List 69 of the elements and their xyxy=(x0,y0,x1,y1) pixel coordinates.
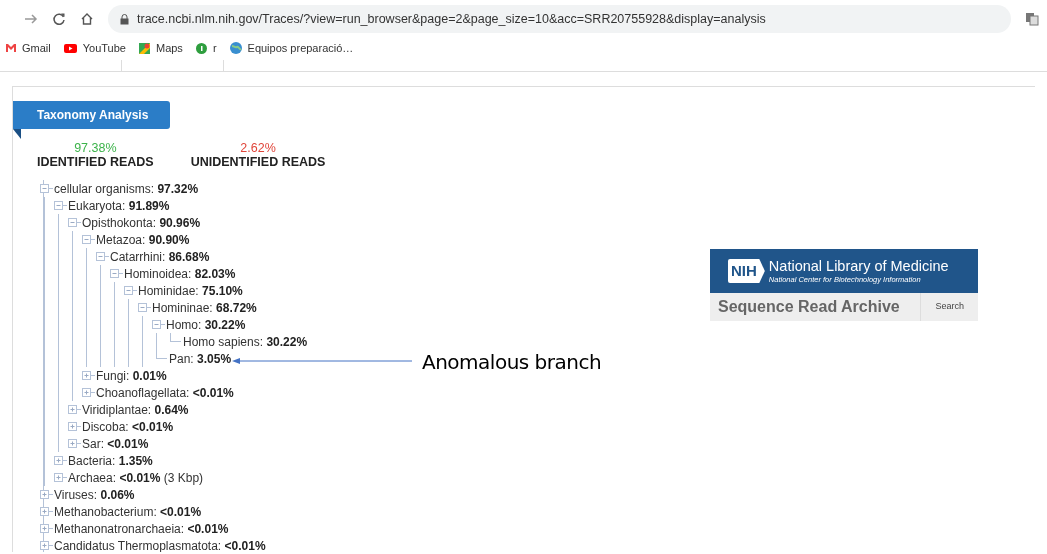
address-bar[interactable]: trace.ncbi.nlm.nih.gov/Traces/?view=run_browser&page=2&page_size=10&acc=SRR20755928&display=analysis xyxy=(108,5,1011,33)
bookmark-link[interactable]: r xyxy=(212,39,217,57)
taxon-label: Hominoidea: 82.03% xyxy=(124,265,236,283)
taxon-label: Sar: <0.01% xyxy=(82,435,149,453)
expand-icon[interactable] xyxy=(82,388,95,397)
circle-icon xyxy=(195,42,207,54)
bookmark-link[interactable]: Maps xyxy=(155,39,183,57)
collapse-icon[interactable] xyxy=(110,269,123,278)
expand-icon[interactable] xyxy=(54,456,67,465)
taxon-label: Archaea: <0.01% (3 Kbp) xyxy=(68,469,204,487)
taxon-label: Methanobacterium: <0.01% xyxy=(54,503,202,521)
taxon-label: Opisthokonta: 90.96% xyxy=(82,214,201,232)
url-text: trace.ncbi.nlm.nih.gov/Traces/?view=run_browser&page=2&page_size=10&acc=SRR20755928&display=analysis xyxy=(137,10,766,28)
taxon-label: Hominidae: 75.10% xyxy=(138,282,243,300)
taxon-label: Homininae: 68.72% xyxy=(152,299,257,317)
bookmark-link[interactable]: Equipos preparació… xyxy=(247,39,354,57)
collapse-icon[interactable] xyxy=(96,252,109,261)
collapse-icon[interactable] xyxy=(54,201,67,210)
bookmark-link[interactable]: YouTube xyxy=(82,39,126,57)
taxon-label: Eukaryota: 91.89% xyxy=(68,197,170,215)
stat-label: UNIDENTIFIED READS xyxy=(190,155,326,169)
expand-icon[interactable] xyxy=(68,422,81,431)
taxon-label: cellular organisms: 97.32% xyxy=(54,180,199,198)
mail-icon xyxy=(6,44,16,52)
taxon-label: Homo sapiens: 30.22% xyxy=(183,333,308,351)
nih-logo: NIH xyxy=(728,259,765,283)
taxon-label: Methanonatronarchaeia: <0.01% xyxy=(54,520,229,538)
stat-value: 97.38% xyxy=(74,141,117,155)
lock-icon xyxy=(120,13,129,25)
expand-icon[interactable] xyxy=(40,490,53,499)
expand-icon[interactable] xyxy=(40,541,53,550)
taxon-label: Metazoa: 90.90% xyxy=(96,231,190,249)
taxon-label: Viridiplantae: 0.64% xyxy=(82,401,189,419)
taxon-label: Bacteria: 1.35% xyxy=(68,452,153,470)
collapse-icon[interactable] xyxy=(138,303,151,312)
bookmark-link[interactable]: Gmail xyxy=(22,39,51,57)
collapse-icon[interactable] xyxy=(124,286,137,295)
taxon-label: Catarrhini: 86.68% xyxy=(110,248,210,266)
collapse-icon[interactable] xyxy=(152,320,165,329)
collapse-icon[interactable] xyxy=(40,184,53,193)
stat-value: 2.62% xyxy=(240,141,276,155)
expand-icon[interactable] xyxy=(68,405,81,414)
taxon-label: Discoba: <0.01% xyxy=(82,418,174,436)
expand-icon[interactable] xyxy=(54,473,67,482)
annotation-text: Anomalous branch xyxy=(422,349,602,376)
expand-icon[interactable] xyxy=(40,524,53,533)
collapse-icon[interactable] xyxy=(82,235,95,244)
globe-icon xyxy=(229,42,242,54)
collapse-icon[interactable] xyxy=(68,218,81,227)
play-icon xyxy=(63,43,77,53)
banner-title: National Library of Medicine xyxy=(768,258,949,275)
expand-icon[interactable] xyxy=(82,371,95,380)
reload-icon[interactable] xyxy=(52,12,66,26)
ribbon-fold-icon xyxy=(13,129,21,139)
panel-title: Taxonomy Analysis xyxy=(13,101,170,129)
search-link[interactable]: Search xyxy=(920,293,978,321)
taxon-label: Homo: 30.22% xyxy=(166,316,246,334)
forward-icon[interactable] xyxy=(24,12,38,26)
map-pin-icon xyxy=(138,42,150,54)
home-icon[interactable] xyxy=(80,12,94,26)
taxon-label: Candidatus Thermoplasmatota: <0.01% xyxy=(54,537,266,552)
stat-label: IDENTIFIED READS xyxy=(37,155,154,169)
taxon-label: Fungi: 0.01% xyxy=(96,367,167,385)
taxon-label: Pan: 3.05% xyxy=(169,350,232,368)
taxon-label: Choanoflagellata: <0.01% xyxy=(96,384,234,402)
expand-icon[interactable] xyxy=(40,507,53,516)
taxon-label: Viruses: 0.06% xyxy=(54,486,135,504)
app-title: Sequence Read Archive xyxy=(717,297,901,317)
expand-icon[interactable] xyxy=(68,439,81,448)
